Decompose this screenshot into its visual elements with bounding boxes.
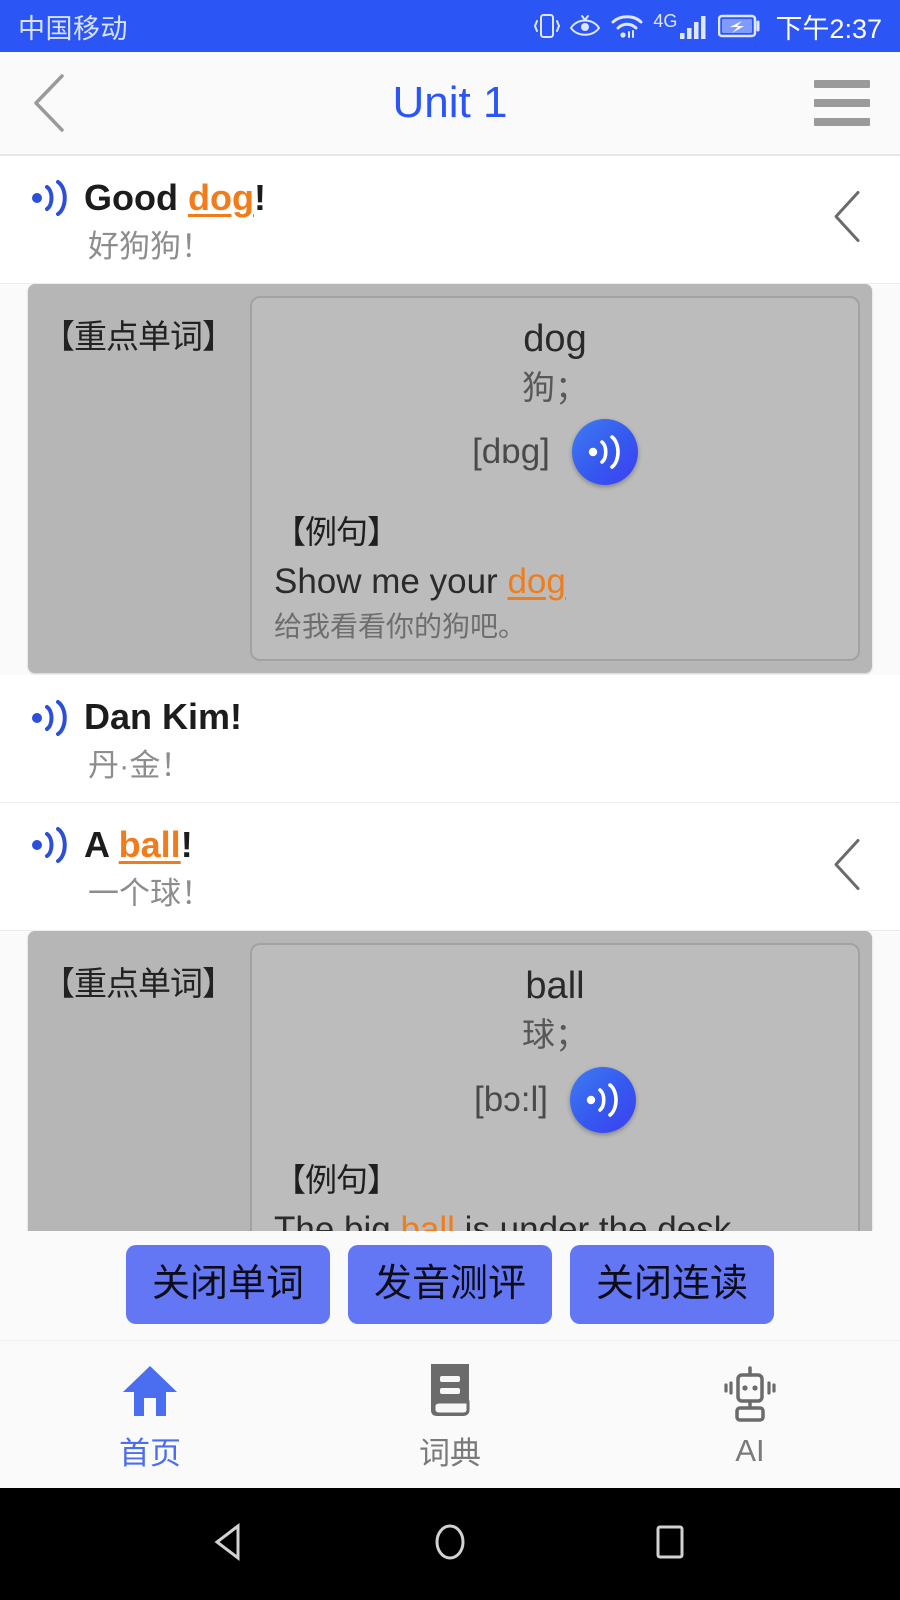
hamburger-line — [814, 118, 870, 126]
example-label: 【例句】 — [274, 514, 399, 551]
lesson-scroll-area[interactable]: Good dog! 好狗狗！ 【重点单词】 dog 狗； [dɒg] 【例句】 … — [0, 156, 900, 1231]
triangle-back-icon — [214, 1522, 240, 1561]
word-play-button[interactable] — [569, 1066, 636, 1133]
sentence-row-good-dog[interactable]: Good dog! 好狗狗！ — [0, 156, 900, 284]
word-card-ball: ball 球； [bɔ:l] 【例句】 The big ball is unde… — [250, 943, 860, 1231]
word-phonetic-row: [bɔ:l] — [274, 1066, 836, 1133]
tab-label-ai: AI — [735, 1432, 765, 1468]
android-back-button[interactable] — [207, 1519, 253, 1570]
network-type-label: 4G — [653, 11, 678, 31]
speaker-icon[interactable] — [30, 699, 74, 737]
example-prefix: The big — [274, 1209, 401, 1231]
word-panel-label: 【重点单词】 — [42, 965, 235, 1003]
robot-icon — [718, 1361, 782, 1427]
example-english: Show me your dog — [274, 559, 836, 605]
toggle-liaison-button[interactable]: 关闭连读 — [570, 1244, 775, 1324]
chevron-left-icon — [34, 74, 64, 132]
sentence-text: Good dog! — [84, 174, 266, 223]
battery-charging-icon — [718, 14, 760, 38]
word-phonetic: [dɒg] — [472, 432, 550, 472]
square-recents-icon — [656, 1525, 684, 1558]
hamburger-line — [814, 80, 870, 88]
wifi-icon — [611, 15, 643, 38]
tab-home[interactable]: 首页 — [0, 1356, 300, 1473]
example-keyword[interactable]: ball — [400, 1210, 454, 1231]
word-panel-dog: 【重点单词】 dog 狗； [dɒg] 【例句】 Show me your do — [28, 283, 872, 674]
signal-4g-icon: 4G — [653, 12, 709, 40]
sentence-english: A ball! — [30, 821, 870, 870]
android-navigation-bar — [0, 1488, 900, 1600]
collapse-toggle-good-dog[interactable] — [830, 189, 866, 250]
word-panel-label: 【重点单词】 — [42, 317, 235, 355]
sentence-row-a-ball[interactable]: A ball! 一个球！ — [0, 803, 900, 932]
page-title: Unit 1 — [392, 78, 508, 127]
android-recents-button[interactable] — [647, 1519, 693, 1570]
sentence-chinese: 好狗狗！ — [88, 228, 212, 264]
clock-label: 下午2:37 — [775, 13, 882, 44]
toggle-words-button[interactable]: 关闭单词 — [125, 1244, 330, 1324]
sentence-text: A ball! — [84, 821, 193, 870]
sentence-prefix: Good — [84, 177, 188, 218]
speaker-icon[interactable] — [30, 179, 74, 217]
example-english: The big ball is under the desk. — [274, 1207, 836, 1231]
hamburger-line — [814, 99, 870, 107]
back-button[interactable] — [30, 73, 90, 133]
sentence-prefix: Dan Kim! — [84, 696, 243, 738]
tab-label-dictionary: 词典 — [419, 1436, 481, 1471]
word-headword: dog — [523, 317, 587, 360]
example-chinese: 给我看看你的狗吧。 — [274, 610, 527, 642]
sentence-chinese: 丹·金！ — [88, 747, 192, 783]
sentence-english: Good dog! — [30, 174, 870, 223]
word-card-dog: dog 狗； [dɒg] 【例句】 Show me your dog 给我看看你… — [250, 295, 860, 662]
collapse-toggle-a-ball[interactable] — [830, 836, 866, 897]
example-label: 【例句】 — [274, 1161, 399, 1198]
home-icon — [119, 1356, 181, 1422]
signal-bars-icon — [680, 16, 706, 39]
example-prefix: Show me your — [274, 562, 508, 602]
action-button-bar: 关闭单词 发音测评 关闭连读 — [0, 1230, 900, 1340]
android-home-button[interactable] — [427, 1519, 473, 1570]
tab-dictionary[interactable]: 词典 — [300, 1356, 600, 1473]
example-suffix: is under the desk. — [454, 1209, 741, 1231]
sentence-keyword[interactable]: dog — [188, 177, 254, 218]
status-bar: 中国移动 4G 下午2:37 — [0, 0, 900, 52]
pronunciation-test-button[interactable]: 发音测评 — [347, 1244, 552, 1324]
vibrate-icon — [534, 14, 561, 38]
app-header: Unit 1 — [0, 52, 900, 156]
chevron-left-icon — [834, 838, 860, 890]
bottom-tab-bar: 首页 词典 AI — [0, 1340, 900, 1488]
carrier-label: 中国移动 — [18, 13, 128, 44]
word-gloss: 球； — [522, 1016, 588, 1054]
word-phonetic-row: [dɒg] — [274, 419, 836, 486]
speaker-play-icon — [586, 1082, 618, 1117]
speaker-icon[interactable] — [30, 826, 74, 864]
eye-care-icon — [570, 15, 601, 36]
sentence-english: Dan Kim! — [30, 693, 870, 742]
word-gloss: 狗； — [522, 369, 588, 407]
sentence-text: Dan Kim! — [84, 693, 242, 742]
circle-home-icon — [435, 1524, 465, 1559]
word-panel-ball: 【重点单词】 ball 球； [bɔ:l] 【例句】 The big ball — [28, 931, 872, 1231]
sentence-row-dan-kim[interactable]: Dan Kim! 丹·金！ — [0, 675, 900, 804]
word-play-button[interactable] — [571, 419, 638, 486]
example-keyword[interactable]: dog — [507, 562, 565, 601]
sentence-chinese: 一个球！ — [88, 875, 212, 911]
speaker-play-icon — [588, 435, 620, 470]
menu-button[interactable] — [810, 80, 870, 126]
word-headword: ball — [525, 965, 585, 1008]
sentence-prefix: A — [84, 824, 119, 866]
book-icon — [421, 1356, 479, 1422]
chevron-left-icon — [834, 191, 860, 243]
sentence-suffix: ! — [253, 177, 266, 218]
sentence-keyword[interactable]: ball — [119, 824, 181, 865]
sentence-suffix: ! — [180, 824, 193, 866]
status-icons: 4G 下午2:37 — [534, 7, 882, 46]
tab-ai[interactable]: AI — [600, 1361, 900, 1469]
tab-label-home: 首页 — [119, 1436, 181, 1471]
phone-screen: 中国移动 4G 下午2:37 Unit 1 Good dog! 好狗狗！ 【重点… — [0, 0, 900, 1600]
word-phonetic: [bɔ:l] — [474, 1079, 548, 1119]
